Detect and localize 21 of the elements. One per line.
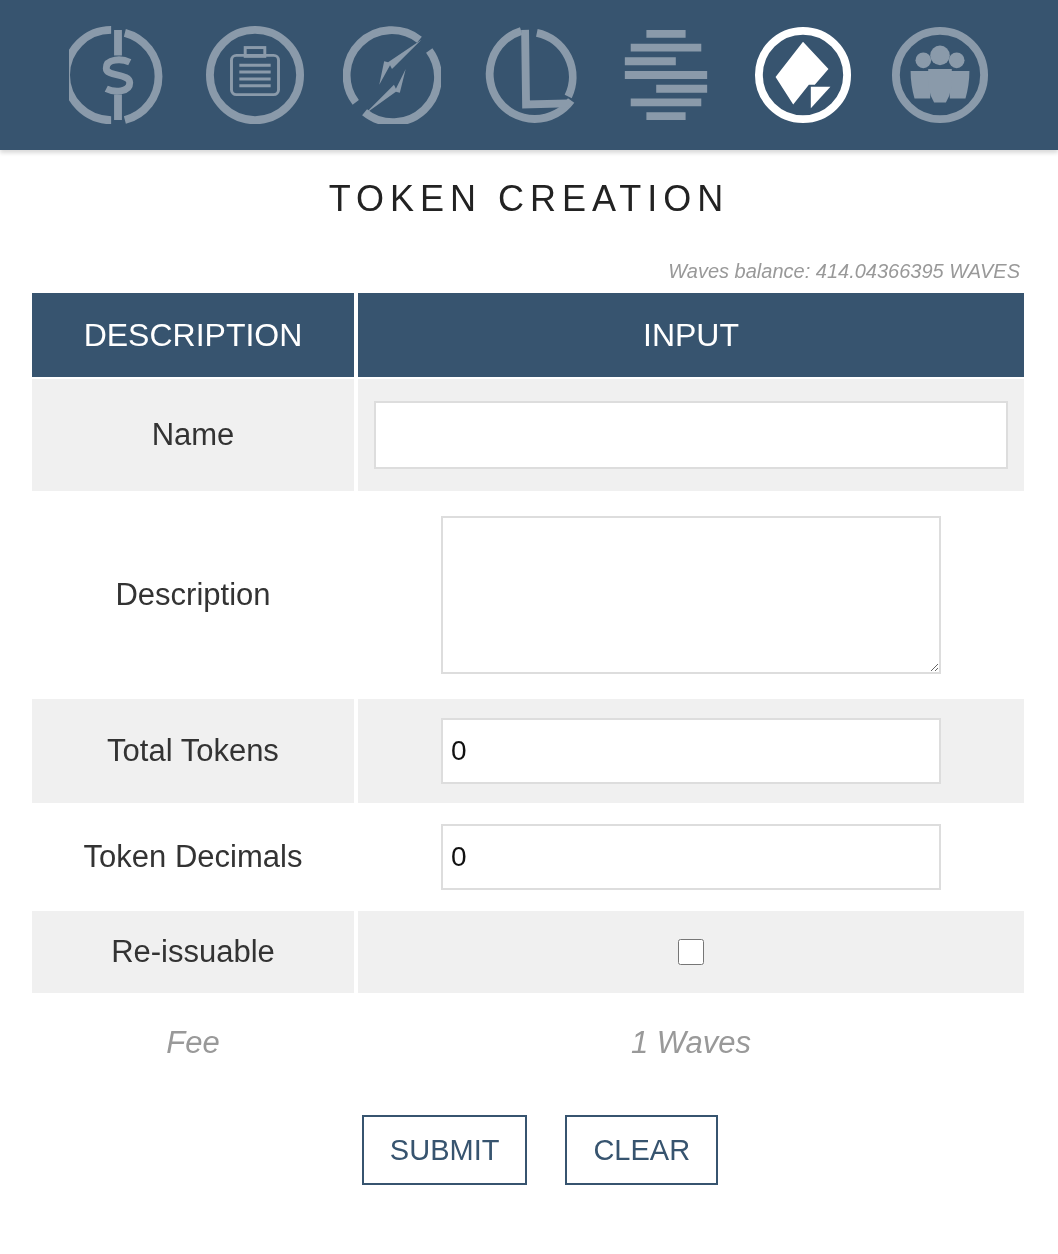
table-cell-text: Description [114, 576, 272, 614]
fee-label: Fee [165, 1024, 221, 1062]
action-button[interactable]: CLEAR [565, 1115, 719, 1185]
table-cell-text: Token Decimals [82, 838, 304, 876]
number-field[interactable]: 0 [441, 718, 941, 784]
column-header: INPUT [358, 293, 1024, 377]
fee-value: 1 Waves [629, 1024, 752, 1062]
page-title: TOKEN CREATION [327, 178, 731, 220]
description-field[interactable] [441, 516, 941, 674]
name-field[interactable] [374, 401, 1008, 469]
lightning-icon[interactable] [343, 26, 441, 124]
briefcase-icon[interactable] [206, 26, 304, 124]
table-cell: Name [32, 379, 354, 491]
people-icon[interactable] [891, 26, 989, 124]
table-cell: Re-issuable [32, 911, 354, 993]
column-header: DESCRIPTION [32, 293, 354, 377]
checkbox[interactable] [678, 939, 704, 965]
number-field[interactable]: 0 [441, 824, 941, 890]
action-button[interactable]: SUBMIT [361, 1115, 528, 1185]
balance-text: Waves balance: 414.04366395 WAVES [668, 260, 1020, 283]
table-cell: Total Tokens [32, 699, 354, 803]
